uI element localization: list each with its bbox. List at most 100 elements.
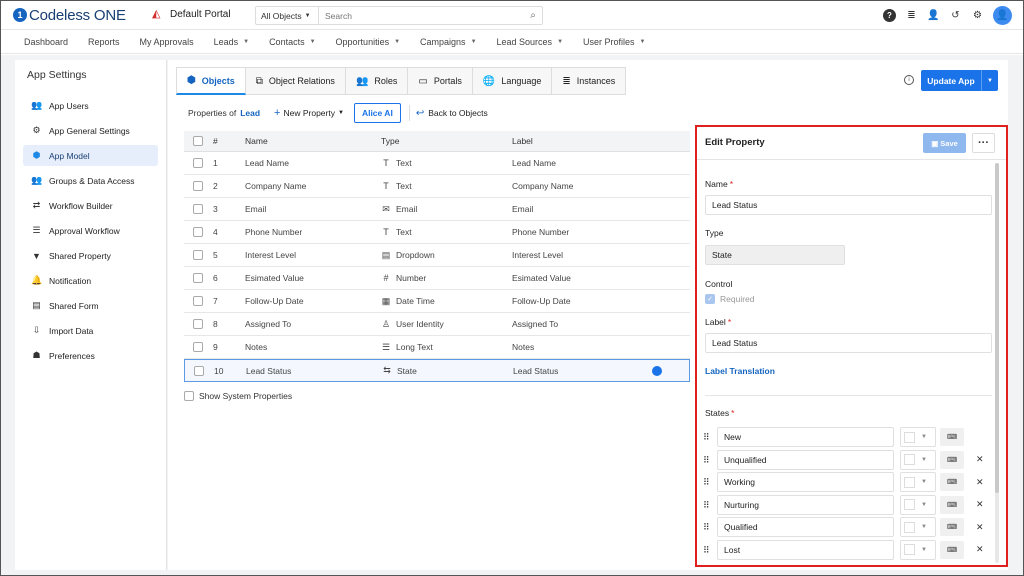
translate-icon[interactable]: ⌨ (940, 473, 964, 491)
nav-item-user-profiles[interactable]: User Profiles ▼ (583, 37, 645, 47)
tab-objects[interactable]: ⬢ Objects (176, 67, 246, 95)
sidebar-item-app-users[interactable]: 👥 App Users (23, 95, 158, 116)
translate-icon[interactable]: ⌨ (940, 495, 964, 514)
drag-handle-icon[interactable]: ⠿ (703, 545, 710, 554)
translate-icon[interactable]: ⌨ (940, 450, 964, 469)
translate-icon[interactable]: ⌨ (940, 428, 964, 446)
state-name-input[interactable]: Lost (717, 539, 894, 560)
alice-ai-button[interactable]: Alice AI (353, 103, 401, 123)
remove-state-icon[interactable]: ✕ (976, 522, 984, 533)
tab-instances[interactable]: ≣ Instances (552, 67, 627, 95)
nav-item-reports[interactable]: Reports (88, 37, 120, 47)
state-name-input[interactable]: Unqualified (717, 449, 894, 470)
header-label[interactable]: Label (512, 136, 533, 146)
state-color-select[interactable]: ▼ (900, 472, 936, 492)
sidebar-item-preferences[interactable]: ☗ Preferences (23, 345, 158, 366)
required-checkbox[interactable]: ✓ (705, 294, 715, 304)
state-name-input[interactable]: Qualified (717, 517, 894, 537)
sidebar-item-app-general-settings[interactable]: ⚙ App General Settings (23, 120, 158, 141)
state-color-select[interactable]: ▼ (900, 539, 936, 560)
row-checkbox[interactable] (193, 342, 203, 352)
tab-object-relations[interactable]: ⧉ Object Relations (245, 67, 346, 95)
remove-state-icon[interactable]: ✕ (976, 499, 984, 510)
remove-state-icon[interactable]: ✕ (976, 454, 984, 465)
show-system-checkbox[interactable] (184, 391, 194, 401)
drag-handle-icon[interactable]: ⠿ (703, 500, 710, 509)
nav-item-contacts[interactable]: Contacts ▼ (269, 37, 315, 47)
gear-icon[interactable]: ⚙ (971, 9, 984, 22)
row-checkbox[interactable] (193, 273, 203, 283)
search-scope-select[interactable]: All Objects ▼ (256, 7, 319, 24)
sidebar-item-shared-property[interactable]: ▼ Shared Property (23, 245, 158, 266)
table-row[interactable]: 10 Lead Status ⇆ State Lead Status (184, 359, 690, 382)
info-icon[interactable]: i (904, 75, 914, 85)
search-icon[interactable]: ⌕ (524, 10, 542, 21)
sidebar-item-groups-data-access[interactable]: 👥 Groups & Data Access (23, 170, 158, 191)
table-row[interactable]: 2 Company Name T Text Company Name (184, 175, 690, 198)
translate-icon[interactable]: ⌨ (940, 518, 964, 536)
header-name[interactable]: Name (245, 136, 268, 146)
nav-item-lead-sources[interactable]: Lead Sources ▼ (497, 37, 564, 47)
tab-roles[interactable]: 👥 Roles (345, 67, 409, 95)
state-color-select[interactable]: ▼ (900, 517, 936, 537)
table-row[interactable]: 1 Lead Name T Text Lead Name (184, 152, 690, 175)
row-checkbox[interactable] (193, 319, 203, 329)
state-name-input[interactable]: New (717, 427, 894, 447)
translate-icon[interactable]: ⌨ (940, 540, 964, 559)
search-input[interactable] (319, 10, 524, 21)
table-row[interactable]: 4 Phone Number T Text Phone Number (184, 221, 690, 244)
name-field[interactable]: Lead Status (705, 195, 992, 215)
row-checkbox[interactable] (193, 250, 203, 260)
label-field[interactable]: Lead Status (705, 333, 992, 353)
drag-handle-icon[interactable]: ⠿ (703, 433, 710, 442)
select-all-checkbox[interactable] (193, 136, 203, 146)
help-icon[interactable]: ? (883, 9, 896, 22)
nav-item-campaigns[interactable]: Campaigns ▼ (420, 37, 476, 47)
drag-handle-icon[interactable]: ⠿ (703, 478, 710, 487)
nav-item-leads[interactable]: Leads ▼ (214, 37, 249, 47)
add-user-icon[interactable]: 👤 (927, 9, 940, 22)
table-row[interactable]: 8 Assigned To ♙ User Identity Assigned To (184, 313, 690, 336)
row-checkbox[interactable] (193, 181, 203, 191)
drag-handle-icon[interactable]: ⠿ (703, 523, 710, 532)
header-type[interactable]: Type (381, 136, 399, 146)
state-color-select[interactable]: ▼ (900, 494, 936, 515)
table-row[interactable]: 6 Esimated Value # Number Esimated Value (184, 267, 690, 290)
save-button[interactable]: ▣ Save (923, 133, 966, 153)
nav-item-opportunities[interactable]: Opportunities ▼ (336, 37, 400, 47)
table-row[interactable]: 7 Follow-Up Date ▦ Date Time Follow-Up Date (184, 290, 690, 313)
database-icon[interactable]: ≣ (905, 9, 918, 22)
required-checkbox-row[interactable]: ✓ Required (705, 294, 755, 304)
sidebar-item-app-model[interactable]: ⬢ App Model (23, 145, 158, 166)
avatar[interactable]: 👤 (993, 6, 1012, 25)
table-row[interactable]: 5 Interest Level ▤ Dropdown Interest Level (184, 244, 690, 267)
more-options-button[interactable]: ··· (972, 133, 995, 153)
row-checkbox[interactable] (193, 158, 203, 168)
row-checkbox[interactable] (194, 365, 204, 376)
scrollbar-thumb[interactable] (995, 163, 999, 493)
remove-state-icon[interactable]: ✕ (976, 544, 984, 555)
state-name-input[interactable]: Working (717, 472, 894, 492)
sidebar-item-import-data[interactable]: ⇩ Import Data (23, 320, 158, 341)
state-name-input[interactable]: Nurturing (717, 494, 894, 515)
table-row[interactable]: 3 Email ✉ Email Email (184, 198, 690, 221)
sidebar-item-shared-form[interactable]: ▤ Shared Form (23, 295, 158, 316)
sidebar-item-approval-workflow[interactable]: ☰ Approval Workflow (23, 220, 158, 241)
state-color-select[interactable]: ▼ (900, 427, 936, 447)
nav-item-my-approvals[interactable]: My Approvals (140, 37, 194, 47)
row-checkbox[interactable] (193, 296, 203, 306)
new-property-button[interactable]: + New Property ▼ (274, 107, 344, 119)
row-checkbox[interactable] (193, 227, 203, 237)
brand-logo[interactable]: 1 Codeless ONE (13, 6, 126, 24)
sidebar-item-notification[interactable]: 🔔 Notification (23, 270, 158, 291)
remove-state-icon[interactable]: ✕ (976, 477, 984, 488)
back-to-objects-button[interactable]: ↩ Back to Objects (416, 108, 488, 119)
table-row[interactable]: 9 Notes ☰ Long Text Notes (184, 336, 690, 359)
nav-item-dashboard[interactable]: Dashboard (24, 37, 68, 47)
sidebar-item-workflow-builder[interactable]: ⇄ Workflow Builder (23, 195, 158, 216)
chevron-down-icon[interactable]: ▼ (981, 70, 998, 91)
row-checkbox[interactable] (193, 204, 203, 214)
panel-scrollbar[interactable] (995, 163, 999, 563)
tab-portals[interactable]: ▭ Portals (408, 67, 473, 95)
state-color-select[interactable]: ▼ (900, 449, 936, 470)
